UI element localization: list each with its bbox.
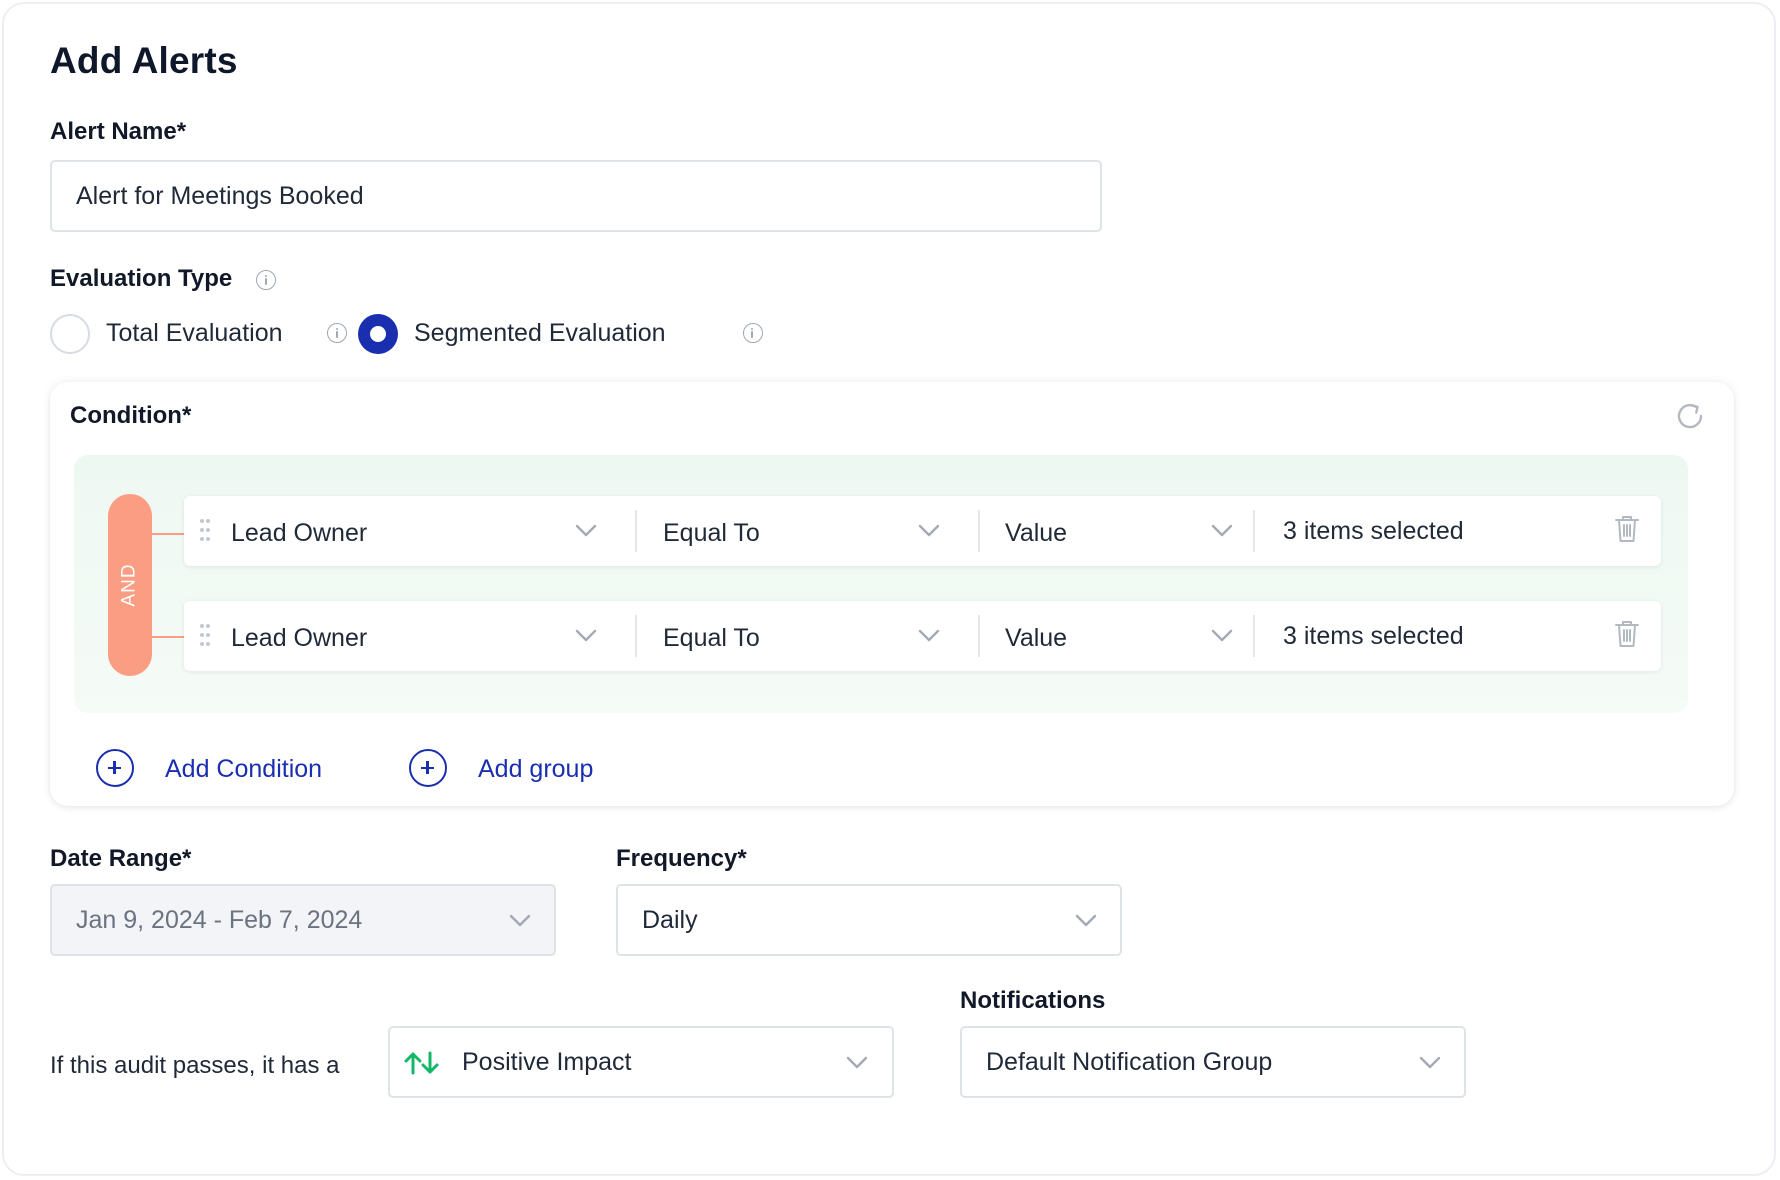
impact-prefix-text: If this audit passes, it has a bbox=[50, 1052, 340, 1079]
comparator-value: Equal To bbox=[663, 519, 760, 547]
trash-icon[interactable] bbox=[1614, 514, 1640, 544]
chevron-down-icon[interactable] bbox=[918, 629, 940, 643]
segmented-evaluation-info-icon[interactable] bbox=[742, 323, 763, 343]
drag-handle-icon[interactable] bbox=[200, 519, 210, 543]
frequency-label: Frequency* bbox=[616, 845, 747, 872]
trash-icon[interactable] bbox=[1614, 619, 1640, 649]
divider bbox=[978, 510, 980, 552]
date-range-label: Date Range* bbox=[50, 845, 192, 872]
alert-name-label: Alert Name* bbox=[50, 118, 187, 145]
condition-group bbox=[74, 455, 1688, 713]
frequency-select[interactable]: Daily bbox=[616, 884, 1122, 956]
segmented-evaluation-radio[interactable] bbox=[358, 314, 398, 354]
divider bbox=[635, 615, 637, 657]
notification-group-select[interactable]: Default Notification Group bbox=[960, 1026, 1466, 1098]
chevron-down-icon[interactable] bbox=[918, 524, 940, 538]
connector-line bbox=[152, 636, 184, 638]
comparator-value: Equal To bbox=[663, 624, 760, 652]
refresh-icon[interactable] bbox=[1674, 400, 1706, 432]
field-value: Lead Owner bbox=[231, 519, 368, 547]
impact-value: Positive Impact bbox=[462, 1047, 632, 1076]
divider bbox=[1253, 510, 1255, 552]
chevron-down-icon[interactable] bbox=[846, 1056, 868, 1070]
items-selected-text: 3 items selected bbox=[1283, 517, 1464, 545]
segmented-evaluation-label[interactable]: Segmented Evaluation bbox=[414, 319, 666, 348]
condition-label: Condition* bbox=[70, 402, 192, 429]
impact-select[interactable]: Positive Impact bbox=[388, 1026, 894, 1098]
chevron-down-icon[interactable] bbox=[1419, 1056, 1441, 1070]
field-value: Lead Owner bbox=[231, 624, 368, 652]
divider bbox=[1253, 615, 1255, 657]
alert-name-value: Alert for Meetings Booked bbox=[76, 181, 364, 210]
and-operator-label: AND bbox=[119, 563, 140, 607]
notification-group-value: Default Notification Group bbox=[986, 1047, 1273, 1076]
evaluation-type-label: Evaluation Type bbox=[50, 265, 233, 292]
add-condition-button[interactable]: Add Condition bbox=[165, 755, 322, 784]
divider bbox=[635, 510, 637, 552]
evaluation-type-info-icon[interactable] bbox=[256, 270, 276, 290]
notifications-label: Notifications bbox=[960, 987, 1106, 1014]
frequency-value: Daily bbox=[642, 905, 698, 934]
date-range-picker[interactable]: Jan 9, 2024 - Feb 7, 2024 bbox=[50, 884, 556, 956]
drag-handle-icon[interactable] bbox=[200, 624, 210, 648]
value-type-value: Value bbox=[1005, 519, 1068, 547]
date-range-value: Jan 9, 2024 - Feb 7, 2024 bbox=[76, 905, 363, 934]
value-type-value: Value bbox=[1005, 624, 1068, 652]
alert-name-input[interactable]: Alert for Meetings Booked bbox=[50, 160, 1102, 232]
and-operator-toggle[interactable]: AND bbox=[108, 494, 152, 676]
total-evaluation-radio[interactable] bbox=[50, 314, 90, 354]
total-evaluation-label[interactable]: Total Evaluation bbox=[106, 319, 283, 348]
add-condition-plus-icon[interactable] bbox=[96, 749, 134, 787]
chevron-down-icon[interactable] bbox=[575, 629, 597, 643]
sort-arrows-icon bbox=[404, 1051, 439, 1075]
chevron-down-icon[interactable] bbox=[509, 914, 531, 928]
items-selected-text: 3 items selected bbox=[1283, 622, 1464, 650]
chevron-down-icon[interactable] bbox=[1075, 914, 1097, 928]
connector-line bbox=[152, 533, 184, 535]
page-title: Add Alerts bbox=[50, 40, 238, 81]
divider bbox=[978, 615, 980, 657]
chevron-down-icon[interactable] bbox=[1211, 629, 1233, 643]
add-group-plus-icon[interactable] bbox=[409, 749, 447, 787]
chevron-down-icon[interactable] bbox=[1211, 524, 1233, 538]
chevron-down-icon[interactable] bbox=[575, 524, 597, 538]
add-group-button[interactable]: Add group bbox=[478, 755, 593, 784]
